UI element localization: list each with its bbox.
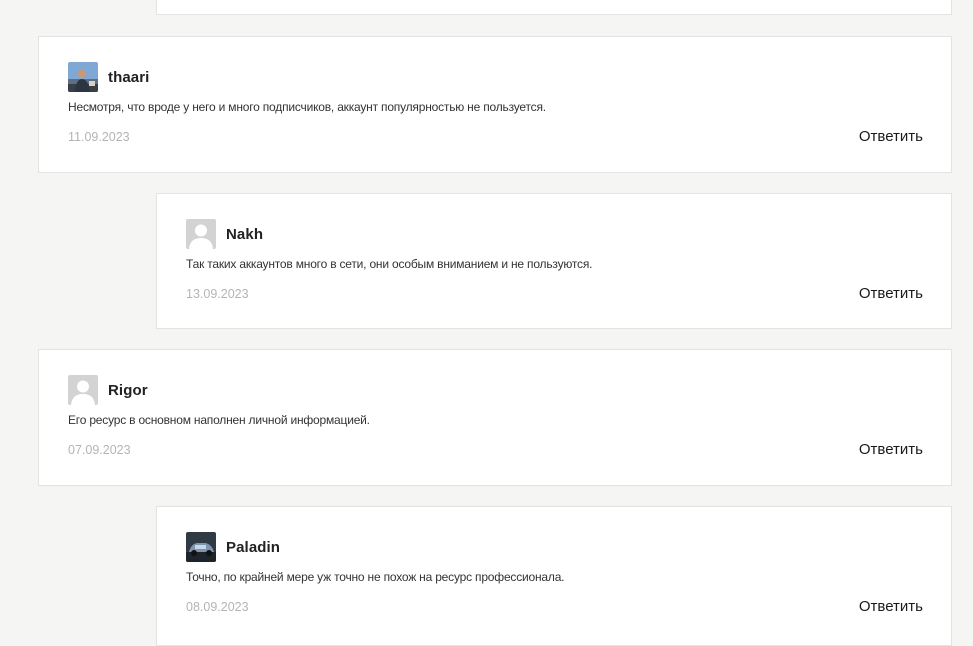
comment-text: Так таких аккаунтов много в сети, они ос… — [186, 257, 593, 271]
reply-button[interactable]: Ответить — [859, 285, 923, 302]
comment-text: Точно, по крайней мере уж точно не похож… — [186, 570, 565, 584]
default-user-avatar-icon[interactable] — [186, 219, 216, 249]
comment-date: 11.09.2023 — [68, 130, 130, 144]
comment-header: thaari — [68, 62, 149, 92]
comment-header: Nakh — [186, 219, 263, 249]
comment-card-reply: Nakh Так таких аккаунтов много в сети, о… — [156, 193, 952, 329]
comment-card: thaari Несмотря, что вроде у него и мног… — [38, 36, 952, 173]
car-photo-avatar-icon[interactable] — [186, 532, 216, 562]
comment-author: Rigor — [108, 381, 148, 399]
comment-author: Nakh — [226, 225, 264, 243]
comment-text: Его ресурс в основном наполнен личной ин… — [68, 413, 370, 427]
comment-date: 08.09.2023 — [186, 600, 249, 614]
comment-header: Paladin — [186, 532, 280, 562]
comment-author: thaari — [108, 68, 150, 86]
reply-button[interactable]: Ответить — [859, 128, 923, 145]
comment-author: Paladin — [226, 538, 281, 556]
comment-card: Rigor Его ресурс в основном наполнен лич… — [38, 349, 952, 486]
reply-button[interactable]: Ответить — [859, 441, 923, 458]
comment-card-reply: Paladin Точно, по крайней мере уж точно … — [156, 506, 952, 646]
comment-date: 07.09.2023 — [68, 443, 131, 457]
comment-text: Несмотря, что вроде у него и много подпи… — [68, 100, 546, 114]
comment-header: Rigor — [68, 375, 148, 405]
reply-button[interactable]: Ответить — [859, 598, 923, 615]
photo-avatar-icon[interactable] — [68, 62, 98, 92]
comment-card-partial — [156, 0, 952, 15]
comment-date: 13.09.2023 — [186, 287, 249, 301]
default-user-avatar-icon[interactable] — [68, 375, 98, 405]
